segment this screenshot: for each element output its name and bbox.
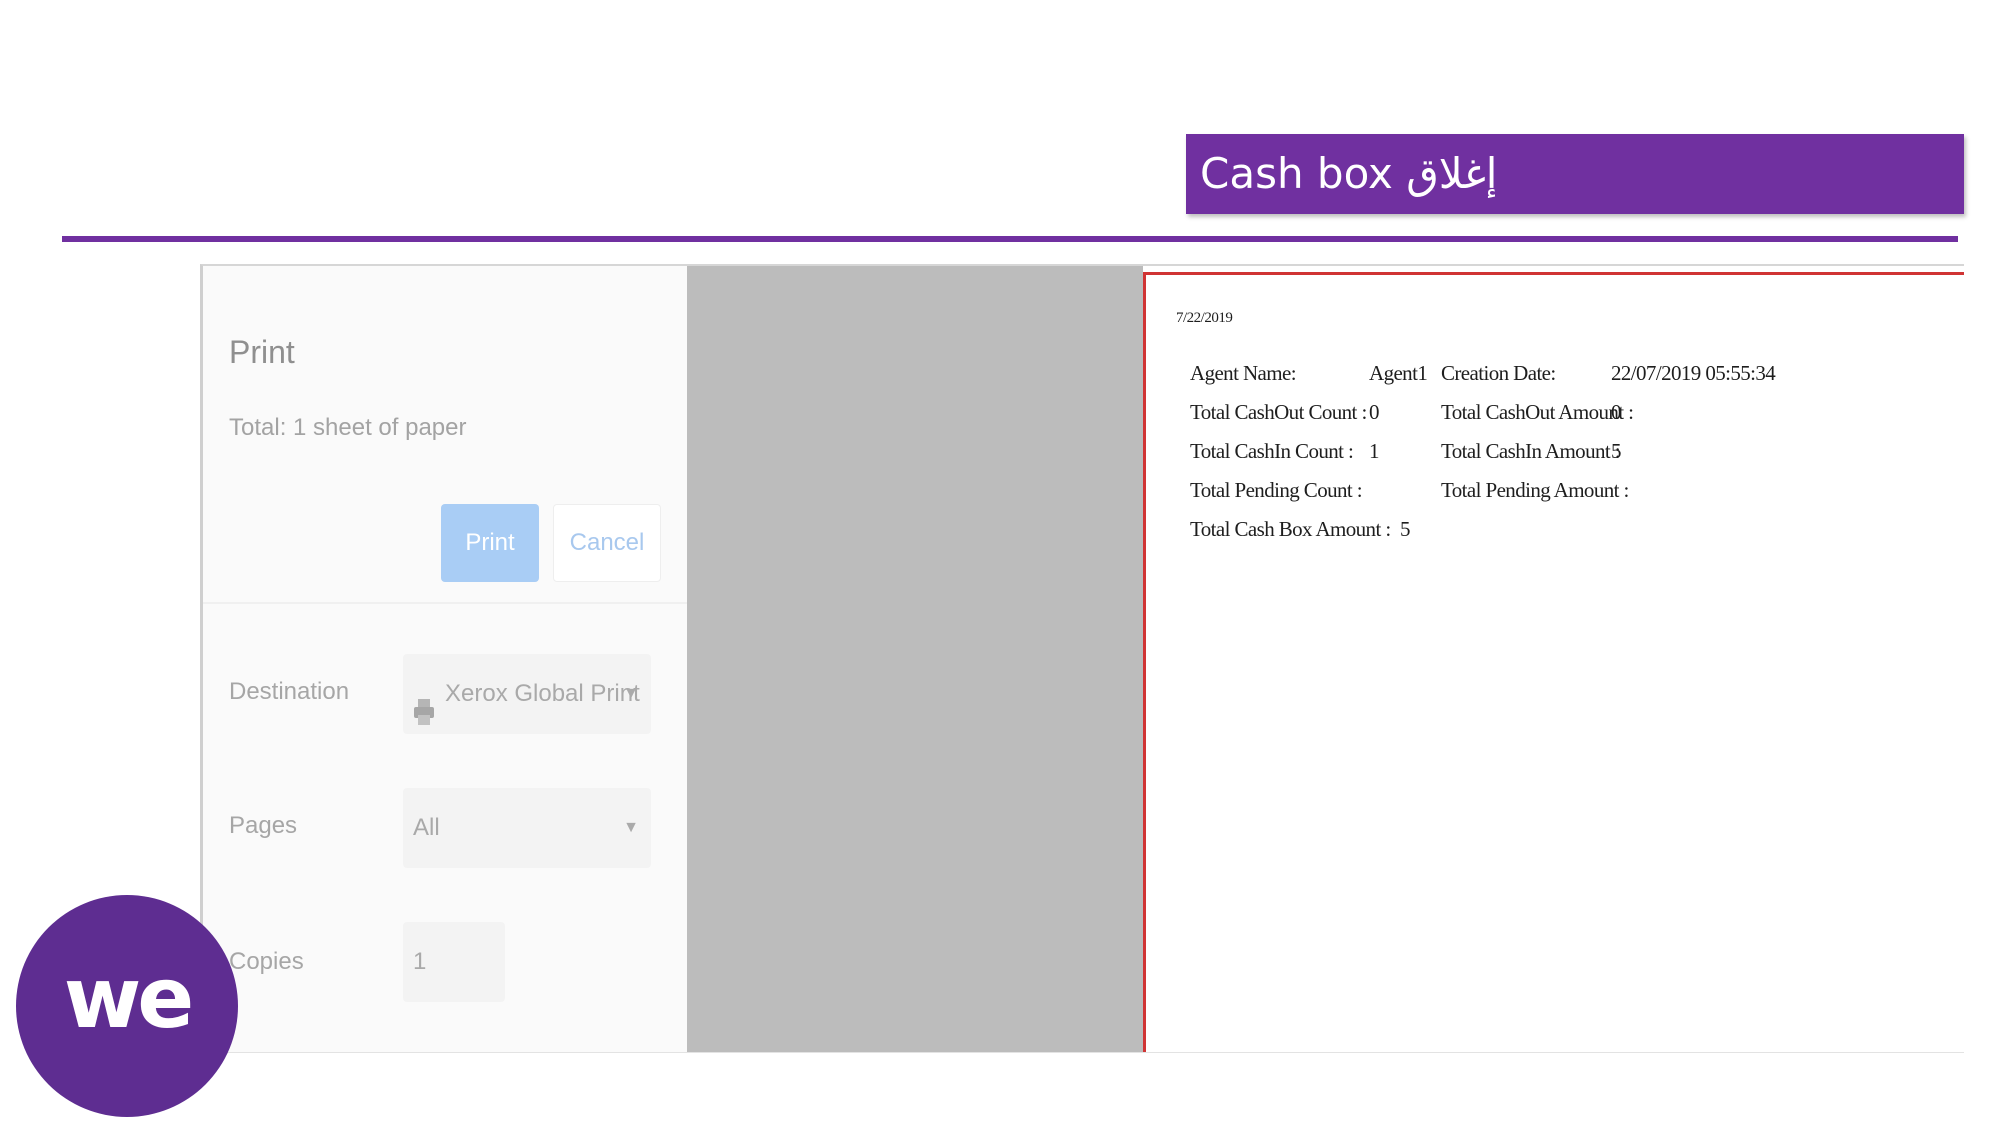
print-preview-page: 7/22/2019 Agent Name: Agent1 Creation Da…	[1143, 272, 1964, 1052]
copies-value: 1	[413, 948, 427, 975]
print-screenshot: Print Total: 1 sheet of paper Print Canc…	[200, 264, 1964, 1052]
cashout-count-value: 0	[1369, 400, 1380, 424]
screenshot-bottom-edge	[200, 1052, 1964, 1053]
preview-date: 7/22/2019	[1176, 310, 1233, 326]
title-underline	[62, 236, 1958, 242]
print-title: Print	[229, 334, 295, 370]
slide-title: Cash box إغلاق	[1186, 134, 1964, 214]
agent-name-value: Agent1	[1369, 361, 1428, 385]
chevron-down-icon: ▼	[623, 685, 639, 702]
cashin-amount-value: 5	[1611, 439, 1622, 463]
print-button[interactable]: Print	[441, 504, 539, 582]
pending-count-label: Total Pending Count :	[1190, 478, 1363, 502]
cashout-count-label: Total CashOut Count :	[1190, 400, 1367, 424]
cashin-amount-label: Total CashIn Amount :	[1441, 439, 1621, 463]
print-total-sheets: Total: 1 sheet of paper	[229, 414, 467, 441]
logo-text-graphic: we	[64, 949, 195, 1047]
destination-label: Destination	[229, 678, 350, 705]
cashout-amount-label: Total CashOut Amount :	[1441, 400, 1634, 424]
cashin-count-value: 1	[1369, 439, 1380, 463]
pending-amount-label: Total Pending Amount :	[1441, 478, 1629, 502]
cancel-button[interactable]: Cancel	[553, 504, 661, 582]
pages-value: All	[413, 814, 440, 841]
copies-input[interactable]: 1	[403, 922, 505, 1002]
destination-value: Xerox Global Print	[445, 680, 640, 707]
cash-box-amount-value: 5	[1400, 517, 1411, 541]
chevron-down-icon: ▼	[623, 819, 639, 836]
copies-label: Copies	[229, 948, 304, 975]
cashin-count-label: Total CashIn Count :	[1190, 439, 1354, 463]
panel-divider	[203, 602, 687, 604]
pages-select[interactable]: All ▼	[403, 788, 651, 868]
we-logo: we	[16, 895, 238, 1117]
pages-label: Pages	[229, 812, 298, 839]
cash-box-amount-label: Total Cash Box Amount :	[1190, 517, 1391, 541]
destination-select[interactable]: Xerox Global Print ▼	[403, 654, 651, 734]
print-settings-panel: Print Total: 1 sheet of paper Print Canc…	[203, 266, 687, 1052]
agent-name-label: Agent Name:	[1190, 361, 1297, 385]
cashout-amount-value: 0	[1611, 400, 1622, 424]
creation-date-label: Creation Date:	[1441, 361, 1556, 385]
preview-background	[687, 266, 1143, 1052]
logo-text: we	[64, 949, 191, 1047]
creation-date-value: 22/07/2019 05:55:34	[1611, 361, 1776, 385]
printer-icon	[413, 680, 435, 725]
